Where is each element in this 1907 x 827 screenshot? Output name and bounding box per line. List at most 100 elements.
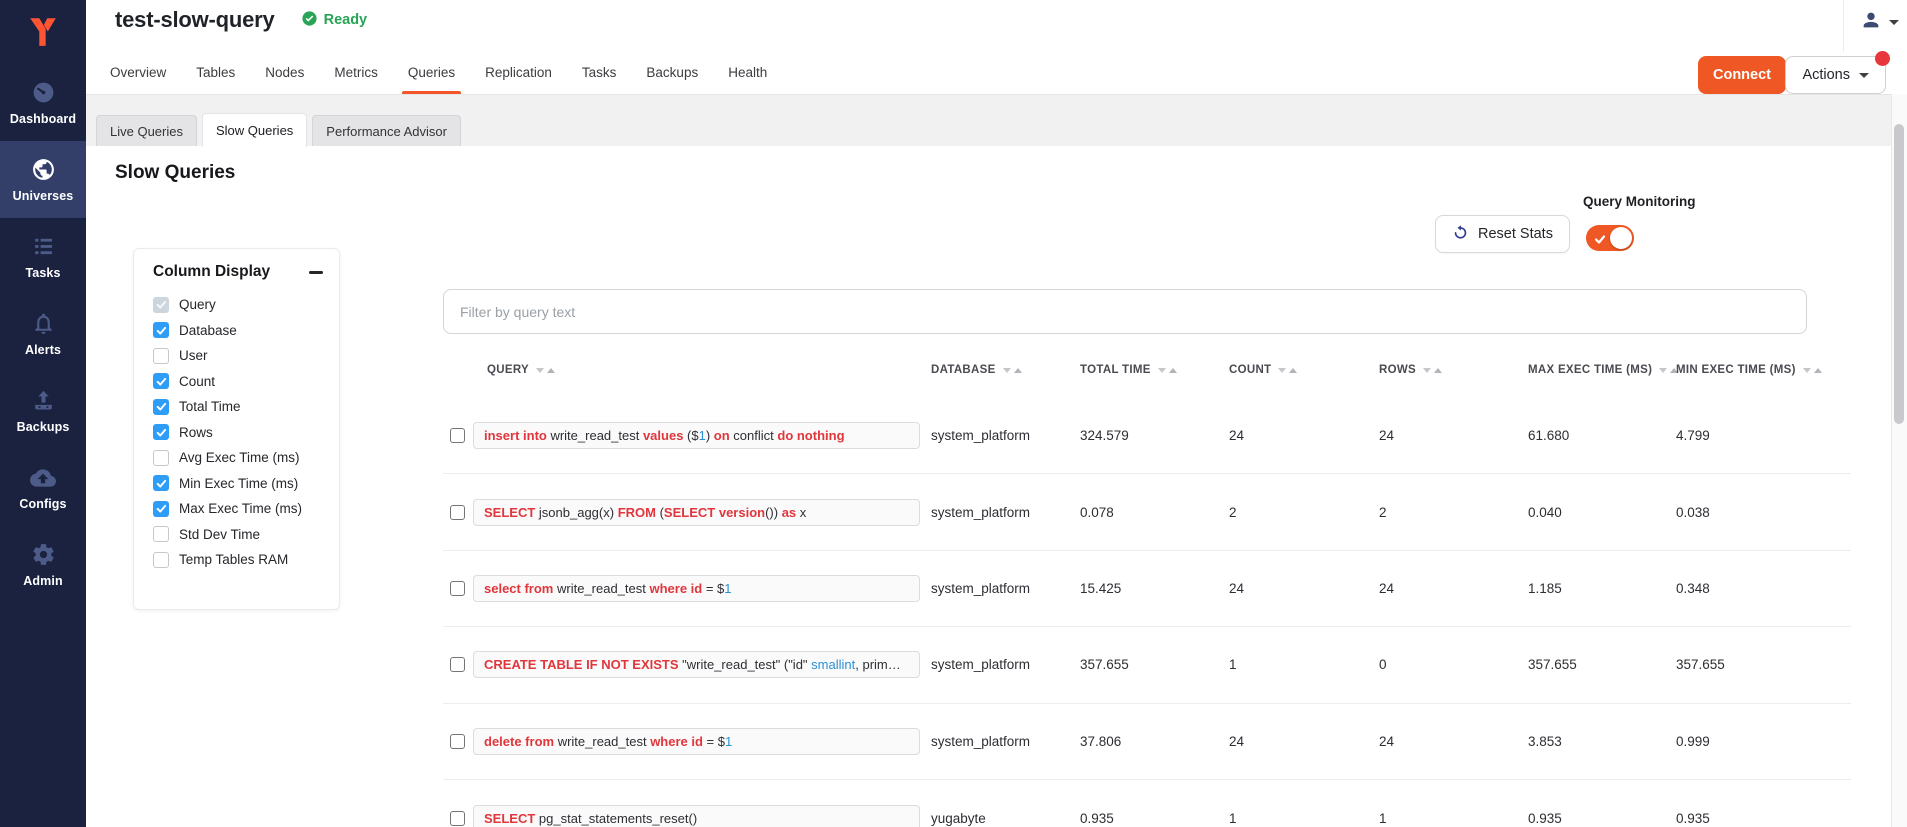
sql-keyword: select from bbox=[484, 581, 553, 596]
column-header-label: QUERY bbox=[487, 364, 529, 376]
total-time-cell: 324.579 bbox=[1080, 428, 1229, 443]
row-checkbox[interactable] bbox=[450, 657, 465, 672]
sort-icons[interactable] bbox=[1423, 368, 1442, 373]
tab-queries[interactable]: Queries bbox=[408, 52, 455, 94]
actions-button[interactable]: Actions bbox=[1785, 56, 1886, 94]
sidebar-nav: Dashboard Universes TasksAlertsBackupsConf… bbox=[0, 64, 86, 603]
min-exec-time-cell: 0.348 bbox=[1676, 581, 1851, 596]
sql-keyword: FROM bbox=[618, 505, 656, 520]
query-text-pill[interactable]: delete from write_read_test where id = $… bbox=[473, 728, 920, 755]
sidebar-item-tasks[interactable]: Tasks bbox=[0, 218, 86, 295]
column-option-user: User bbox=[153, 343, 339, 369]
query-monitoring-toggle[interactable] bbox=[1586, 225, 1634, 251]
yugabyte-logo-icon[interactable] bbox=[0, 8, 86, 56]
column-header-query[interactable]: QUERY bbox=[473, 364, 931, 376]
tab-backups[interactable]: Backups bbox=[646, 52, 698, 94]
user-avatar-icon[interactable] bbox=[1860, 9, 1882, 36]
toggle-knob bbox=[1610, 227, 1632, 249]
query-text-pill[interactable]: SELECT pg_stat_statements_reset() bbox=[473, 805, 920, 827]
reset-stats-button[interactable]: Reset Stats bbox=[1435, 215, 1570, 253]
query-text-pill[interactable]: select from write_read_test where id = $… bbox=[473, 575, 920, 602]
rows-cell: 24 bbox=[1379, 581, 1528, 596]
column-option-label: Std Dev Time bbox=[179, 527, 260, 542]
checkbox-avg-exec-time-ms[interactable] bbox=[153, 450, 169, 466]
checkbox-rows[interactable] bbox=[153, 424, 169, 440]
column-header-database[interactable]: DATABASE bbox=[931, 364, 1080, 376]
row-checkbox-cell bbox=[443, 581, 473, 596]
sidebar-item-admin[interactable]: Admin bbox=[0, 526, 86, 603]
checkbox-min-exec-time-ms[interactable] bbox=[153, 475, 169, 491]
query-filter-input[interactable] bbox=[443, 289, 1807, 334]
sort-icons[interactable] bbox=[1803, 368, 1822, 373]
scrollbar-thumb[interactable] bbox=[1894, 124, 1904, 424]
database-cell: system_platform bbox=[931, 734, 1080, 749]
min-exec-time-cell: 0.935 bbox=[1676, 811, 1851, 826]
min-exec-time-cell: 0.038 bbox=[1676, 505, 1851, 520]
row-checkbox[interactable] bbox=[450, 811, 465, 826]
column-option-max-exec-time-ms: Max Exec Time (ms) bbox=[153, 496, 339, 522]
sort-asc-icon bbox=[1169, 368, 1177, 373]
actions-label: Actions bbox=[1802, 67, 1850, 83]
column-header-label: MIN EXEC TIME (MS) bbox=[1676, 364, 1796, 376]
checkbox-user[interactable] bbox=[153, 348, 169, 364]
column-header-label: MAX EXEC TIME (MS) bbox=[1528, 364, 1652, 376]
collapse-minus-icon[interactable] bbox=[309, 271, 323, 274]
connect-button[interactable]: Connect bbox=[1698, 56, 1786, 94]
sort-icons[interactable] bbox=[536, 368, 555, 373]
scrollbar-track[interactable] bbox=[1891, 94, 1907, 827]
user-menu-caret-icon[interactable] bbox=[1889, 20, 1899, 25]
query-row-3[interactable]: select from write_read_test where id = $… bbox=[443, 551, 1851, 627]
tab-nodes[interactable]: Nodes bbox=[265, 52, 304, 94]
sidebar-item-universes[interactable]: Universes bbox=[0, 141, 86, 218]
query-text-pill[interactable]: CREATE TABLE IF NOT EXISTS "write_read_t… bbox=[473, 651, 920, 678]
subtab-slow-queries[interactable]: Slow Queries bbox=[202, 113, 307, 147]
tab-overview[interactable]: Overview bbox=[110, 52, 166, 94]
tab-tasks[interactable]: Tasks bbox=[582, 52, 617, 94]
row-checkbox[interactable] bbox=[450, 505, 465, 520]
sql-literal: 1 bbox=[725, 734, 732, 749]
sort-icons[interactable] bbox=[1003, 368, 1022, 373]
tab-health[interactable]: Health bbox=[728, 52, 767, 94]
column-header-max-exec-time-ms[interactable]: MAX EXEC TIME (MS) bbox=[1528, 364, 1676, 376]
query-row-5[interactable]: delete from write_read_test where id = $… bbox=[443, 704, 1851, 780]
sidebar-item-backups[interactable]: Backups bbox=[0, 372, 86, 449]
row-checkbox[interactable] bbox=[450, 734, 465, 749]
sql-keyword: SELECT bbox=[484, 811, 535, 826]
checkbox-database[interactable] bbox=[153, 322, 169, 338]
subtab-live-queries[interactable]: Live Queries bbox=[96, 115, 197, 146]
sql-keyword: where id bbox=[650, 734, 703, 749]
tab-replication[interactable]: Replication bbox=[485, 52, 552, 94]
sort-icons[interactable] bbox=[1158, 368, 1177, 373]
column-header-total-time[interactable]: TOTAL TIME bbox=[1080, 364, 1229, 376]
checkbox-max-exec-time-ms[interactable] bbox=[153, 501, 169, 517]
sql-text: , prim… bbox=[855, 657, 901, 672]
sidebar-item-label: Universes bbox=[13, 189, 74, 203]
query-cell: delete from write_read_test where id = $… bbox=[473, 728, 931, 755]
query-row-2[interactable]: SELECT jsonb_agg(x) FROM (SELECT version… bbox=[443, 474, 1851, 550]
row-checkbox[interactable] bbox=[450, 581, 465, 596]
query-text-pill[interactable]: insert into write_read_test values ($1) … bbox=[473, 422, 920, 449]
query-row-1[interactable]: insert into write_read_test values ($1) … bbox=[443, 398, 1851, 474]
sidebar-item-dashboard[interactable]: Dashboard bbox=[0, 64, 86, 141]
column-header-rows[interactable]: ROWS bbox=[1379, 364, 1528, 376]
checkbox-total-time[interactable] bbox=[153, 399, 169, 415]
subtab-performance-advisor[interactable]: Performance Advisor bbox=[312, 115, 461, 146]
checkbox-temp-tables-ram[interactable] bbox=[153, 552, 169, 568]
max-exec-time-cell: 61.680 bbox=[1528, 428, 1676, 443]
sort-desc-icon bbox=[536, 368, 544, 373]
query-row-4[interactable]: CREATE TABLE IF NOT EXISTS "write_read_t… bbox=[443, 627, 1851, 703]
sort-icons[interactable] bbox=[1278, 368, 1297, 373]
query-row-6[interactable]: SELECT pg_stat_statements_reset()yugabyt… bbox=[443, 780, 1851, 827]
tab-tables[interactable]: Tables bbox=[196, 52, 235, 94]
column-header-min-exec-time-ms[interactable]: MIN EXEC TIME (MS) bbox=[1676, 364, 1851, 376]
sidebar-item-alerts[interactable]: Alerts bbox=[0, 295, 86, 372]
row-checkbox[interactable] bbox=[450, 428, 465, 443]
checkbox-std-dev-time[interactable] bbox=[153, 526, 169, 542]
queries-subtabs: Live QueriesSlow QueriesPerformance Advi… bbox=[96, 113, 461, 147]
checkbox-count[interactable] bbox=[153, 373, 169, 389]
query-text-pill[interactable]: SELECT jsonb_agg(x) FROM (SELECT version… bbox=[473, 499, 920, 526]
rows-cell: 2 bbox=[1379, 505, 1528, 520]
tab-metrics[interactable]: Metrics bbox=[334, 52, 378, 94]
sidebar-item-configs[interactable]: Configs bbox=[0, 449, 86, 526]
column-header-count[interactable]: COUNT bbox=[1229, 364, 1379, 376]
